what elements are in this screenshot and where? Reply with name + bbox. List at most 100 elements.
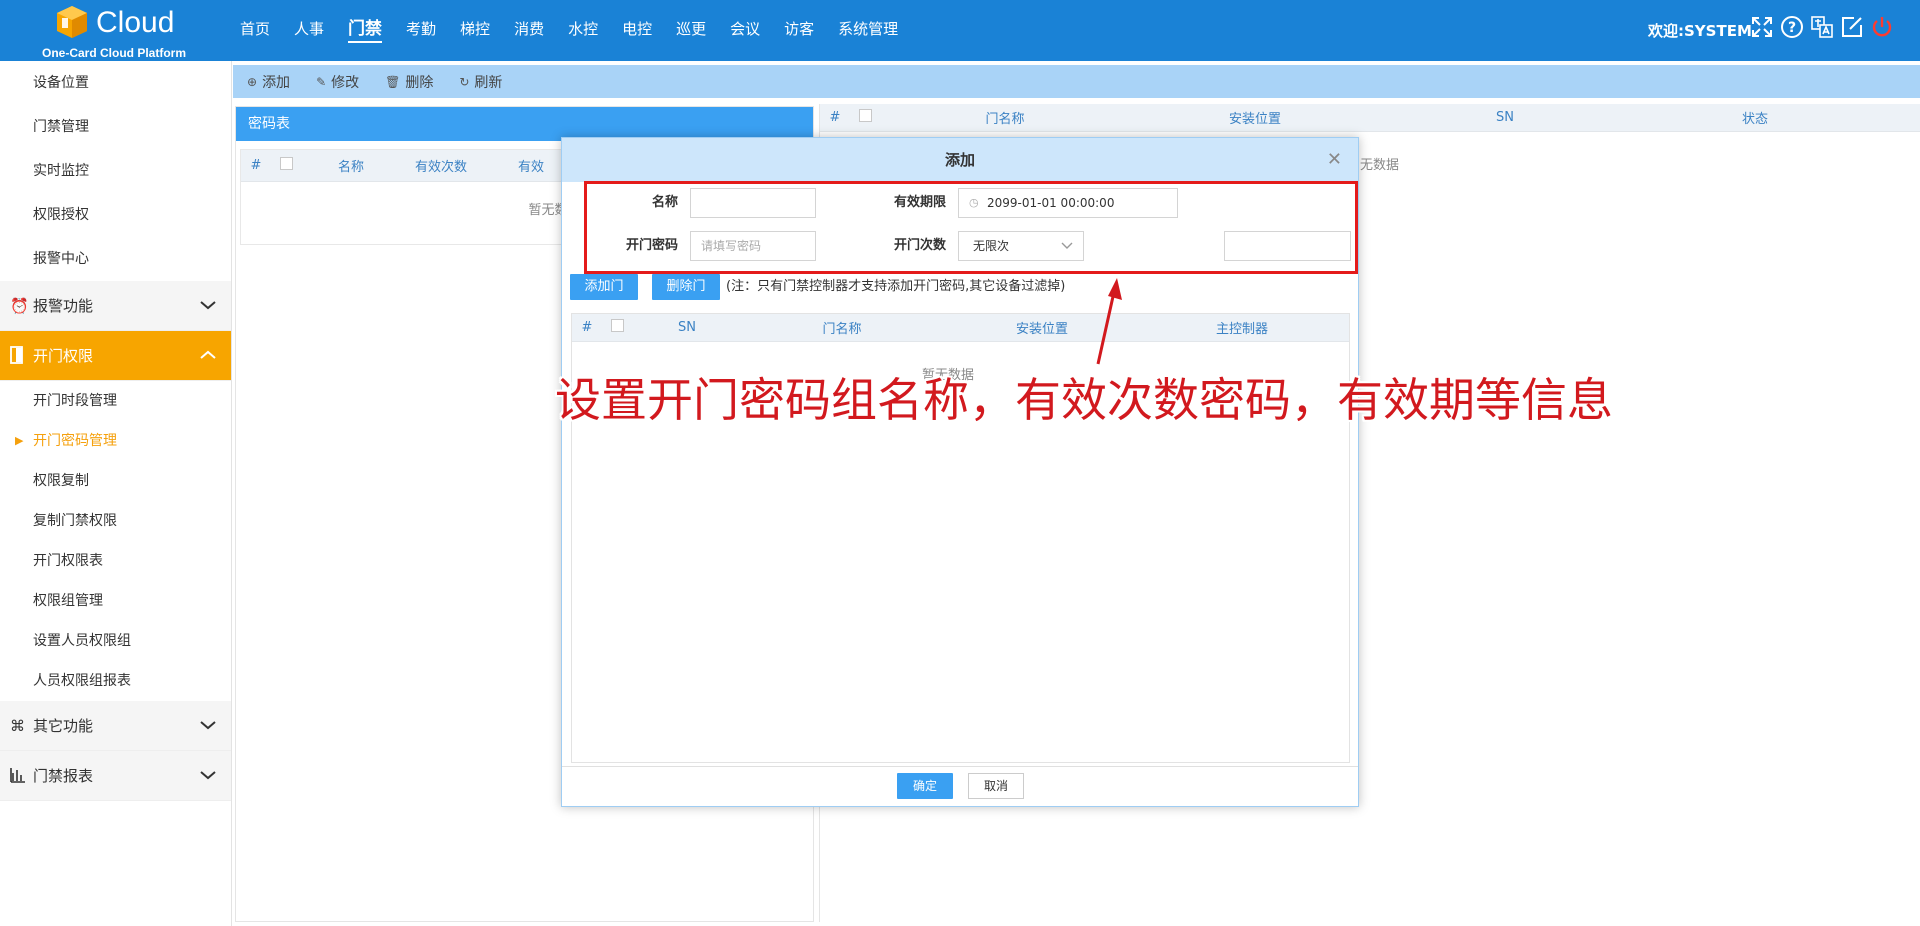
toolbar: ⊕ 添加 ✎ 修改 🗑 删除 ↻ 刷新 [233, 65, 1920, 98]
logo-title: Cloud [96, 6, 175, 39]
pencil-icon: ✎ [316, 74, 327, 89]
help-icon[interactable]: ? [1780, 14, 1804, 40]
nav-system[interactable]: 系统管理 [826, 0, 910, 61]
select-all-checkbox[interactable] [850, 109, 880, 126]
refresh-button[interactable]: ↻ 刷新 [459, 72, 502, 92]
col-valid-count[interactable]: 有效次数 [401, 156, 481, 175]
col-index: # [581, 320, 593, 335]
bar-chart-icon [10, 751, 28, 801]
sidebar-item-open-time[interactable]: 开门时段管理 [0, 381, 231, 421]
grid-header: # SN 门名称 安装位置 主控制器 [572, 314, 1349, 342]
sidebar-item-permission-copy[interactable]: 权限复制 [0, 461, 231, 501]
cube-logo-icon [57, 6, 87, 38]
sidebar-item-device-location[interactable]: 设备位置 [0, 61, 231, 105]
logo-subtitle: One-Card Cloud Platform [42, 46, 187, 60]
nav-hr[interactable]: 人事 [282, 0, 336, 61]
delete-door-button[interactable]: 删除门 [652, 274, 720, 300]
cancel-button[interactable]: 取消 [968, 773, 1024, 799]
header-icons: ? [1750, 14, 1894, 40]
sidebar-group-label: 开门权限 [33, 347, 94, 365]
chevron-up-icon [199, 331, 217, 381]
ok-button[interactable]: 确定 [897, 773, 953, 799]
delete-button-label: 删除 [405, 74, 434, 91]
sidebar-group-open-permission[interactable]: 开门权限 [0, 331, 231, 381]
col-sn[interactable]: SN [632, 320, 742, 335]
edit-button-label: 修改 [331, 74, 360, 91]
annotation-arrow-icon [1096, 278, 1122, 365]
sidebar-group-label: 门禁报表 [33, 767, 94, 785]
sidebar-item-permission-grant[interactable]: 权限授权 [0, 193, 231, 237]
sidebar-group-alarm[interactable]: ⏰ 报警功能 [0, 281, 231, 331]
col-status[interactable]: 状态 [1630, 108, 1880, 127]
plus-circle-icon: ⊕ [247, 74, 258, 89]
power-icon[interactable] [1870, 14, 1894, 40]
col-index: # [829, 110, 841, 125]
col-door-name[interactable]: 门名称 [880, 108, 1130, 127]
sidebar-group-label: 其它功能 [33, 717, 94, 735]
sidebar-item-open-password[interactable]: 开门密码管理 [0, 421, 231, 461]
sidebar-item-permission-group[interactable]: 权限组管理 [0, 581, 231, 621]
sidebar-group-report[interactable]: 门禁报表 [0, 751, 231, 801]
nav-meeting[interactable]: 会议 [718, 0, 772, 61]
command-icon: ⌘ [10, 717, 25, 735]
logo[interactable]: Cloud One-Card Cloud Platform [42, 2, 192, 60]
panel-title: 密码表 [236, 107, 813, 141]
nav-elevator[interactable]: 梯控 [448, 0, 502, 61]
sidebar-item-alarm-center[interactable]: 报警中心 [0, 237, 231, 281]
col-master-controller[interactable]: 主控制器 [1142, 318, 1342, 337]
edit-button[interactable]: ✎ 修改 [316, 72, 359, 92]
refresh-icon: ↻ [459, 74, 470, 89]
sidebar-item-person-group-report[interactable]: 人员权限组报表 [0, 661, 231, 701]
sidebar-group-other[interactable]: ⌘ 其它功能 [0, 701, 231, 751]
add-door-button[interactable]: 添加门 [570, 274, 638, 300]
nav-power[interactable]: 电控 [610, 0, 664, 61]
dialog-header: 添加 ✕ [562, 138, 1358, 182]
col-sn[interactable]: SN [1380, 110, 1630, 125]
col-name[interactable]: 名称 [301, 156, 401, 175]
empty-text: 无数据 [1360, 158, 1400, 173]
select-all-checkbox[interactable] [271, 157, 301, 174]
language-icon[interactable] [1810, 14, 1834, 40]
add-button[interactable]: ⊕ 添加 [247, 72, 290, 92]
svg-text:?: ? [1788, 20, 1796, 36]
delete-button[interactable]: 🗑 删除 [385, 72, 433, 92]
sidebar-item-realtime-monitor[interactable]: 实时监控 [0, 149, 231, 193]
nav-consumption[interactable]: 消费 [502, 0, 556, 61]
dialog-footer: 确定 取消 [562, 766, 1358, 806]
nav-attendance[interactable]: 考勤 [394, 0, 448, 61]
edit-icon[interactable] [1840, 14, 1864, 40]
chevron-down-icon [199, 701, 217, 751]
add-button-label: 添加 [262, 74, 291, 91]
sidebar-item-open-permission-table[interactable]: 开门权限表 [0, 541, 231, 581]
col-location[interactable]: 安装位置 [1130, 108, 1380, 127]
select-all-checkbox[interactable] [602, 319, 632, 336]
chevron-down-icon [199, 281, 217, 331]
top-header: Cloud One-Card Cloud Platform 首页 人事 门禁 考… [0, 0, 1920, 61]
close-icon[interactable]: ✕ [1327, 138, 1342, 182]
welcome-text: 欢迎:SYSTEM [1648, 22, 1752, 40]
trash-icon: 🗑 [385, 74, 401, 89]
sidebar-item-access-management[interactable]: 门禁管理 [0, 105, 231, 149]
sidebar-item-set-person-group[interactable]: 设置人员权限组 [0, 621, 231, 661]
top-nav: 首页 人事 门禁 考勤 梯控 消费 水控 电控 巡更 会议 访客 系统管理 [228, 0, 910, 61]
col-door-name[interactable]: 门名称 [742, 318, 942, 337]
door-note: (注：只有门禁控制器才支持添加开门密码,其它设备过滤掉) [726, 279, 1066, 294]
sidebar-group-label: 报警功能 [33, 297, 94, 315]
col-index: # [250, 158, 262, 173]
refresh-button-label: 刷新 [474, 74, 503, 91]
sidebar: 设备位置 门禁管理 实时监控 权限授权 报警中心 ⏰ 报警功能 开门权限 开门时… [0, 61, 232, 926]
nav-access-control[interactable]: 门禁 [336, 0, 394, 61]
dialog-title: 添加 [944, 151, 975, 169]
highlight-box [584, 181, 1358, 274]
nav-patrol[interactable]: 巡更 [664, 0, 718, 61]
add-password-dialog: 添加 ✕ 名称 有效期限 ◷ 2099-01-01 00:00:00 开门密码 … [561, 137, 1359, 807]
fullscreen-icon[interactable] [1750, 14, 1774, 40]
sidebar-item-copy-access[interactable]: 复制门禁权限 [0, 501, 231, 541]
nav-home[interactable]: 首页 [228, 0, 282, 61]
nav-visitor[interactable]: 访客 [772, 0, 826, 61]
annotation-text: 设置开门密码组名称，有效次数密码，有效期等信息 [555, 373, 1613, 427]
chevron-down-icon [199, 751, 217, 801]
nav-water[interactable]: 水控 [556, 0, 610, 61]
alarm-icon: ⏰ [10, 297, 29, 315]
grid-header: # 门名称 安装位置 SN 状态 [820, 104, 1920, 132]
